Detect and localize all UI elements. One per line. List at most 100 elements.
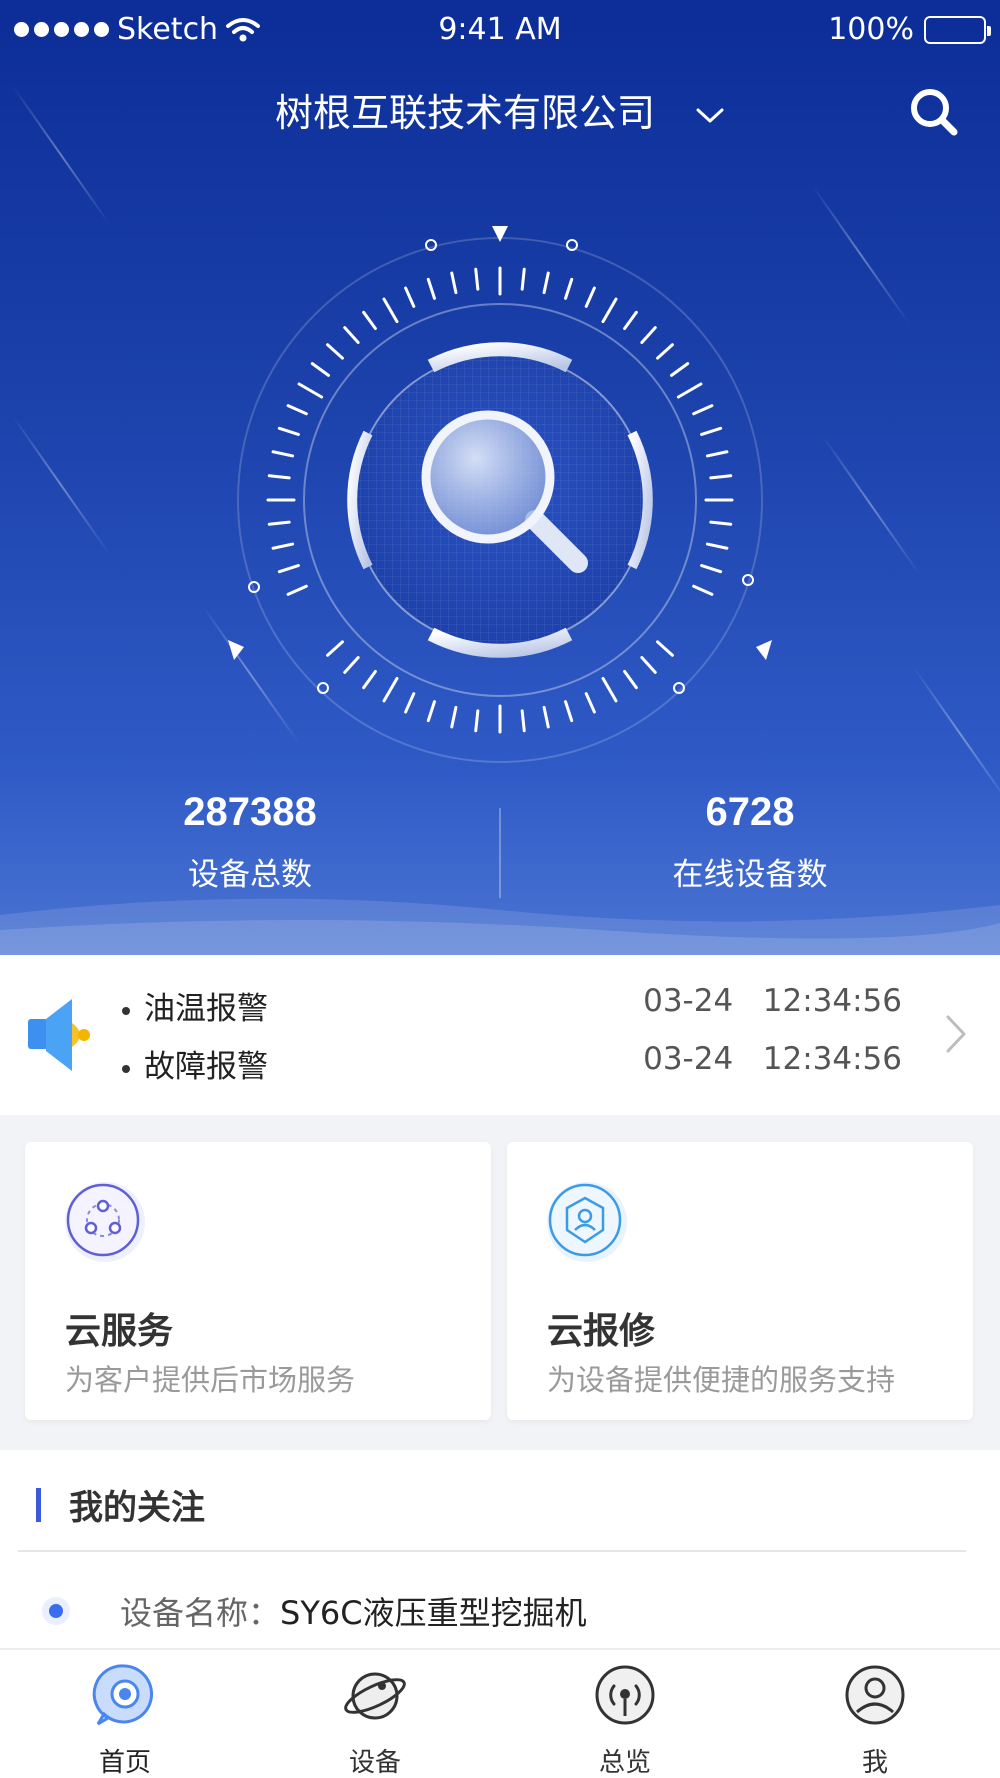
alert-time: 12:34:56 bbox=[762, 983, 902, 1019]
search-icon[interactable] bbox=[906, 84, 962, 140]
gauge-tick bbox=[692, 584, 714, 596]
company-selector[interactable]: 树根互联技术有限公司 bbox=[0, 82, 1000, 137]
gauge-tick bbox=[542, 705, 550, 729]
chevron-right-icon[interactable] bbox=[944, 1013, 968, 1055]
company-name: 树根互联技术有限公司 bbox=[274, 91, 655, 135]
online-devices-value: 6728 bbox=[705, 790, 795, 834]
alert-item[interactable]: 故障报警 03-24 12:34:56 bbox=[122, 1041, 902, 1086]
tab-label: 我 bbox=[861, 1748, 888, 1778]
gauge-tick bbox=[474, 267, 480, 291]
gauge-tick bbox=[640, 326, 657, 344]
gauge-tick bbox=[564, 277, 574, 300]
online-devices-stat[interactable]: 6728 在线设备数 bbox=[500, 790, 1000, 894]
hero-banner: Sketch 9:41 AM 100% 树根互联技术有限公司 287388 设备… bbox=[0, 0, 1000, 955]
gauge-tick bbox=[542, 271, 550, 295]
gauge-tick bbox=[404, 286, 416, 308]
gauge-tick bbox=[286, 584, 308, 596]
gauge-tick bbox=[584, 286, 596, 308]
gauge-tick bbox=[382, 297, 399, 324]
gauge-tick bbox=[692, 404, 714, 416]
gauge-tick bbox=[656, 343, 674, 360]
gauge-tick bbox=[277, 426, 300, 436]
gauge-tick bbox=[382, 676, 399, 703]
gauge-tick bbox=[640, 656, 657, 674]
gauge-tick bbox=[623, 310, 638, 330]
profile-icon bbox=[845, 1665, 905, 1725]
battery-icon bbox=[924, 15, 991, 44]
alert-date: 03-24 bbox=[643, 1041, 734, 1077]
card-subtitle: 为客户提供后市场服务 bbox=[65, 1363, 356, 1397]
gauge-tick bbox=[326, 640, 344, 657]
card-title: 云服务 bbox=[65, 1311, 174, 1352]
gauge-tick bbox=[705, 450, 729, 458]
cloud-service-card[interactable]: 云服务 为客户提供后市场服务 bbox=[25, 1142, 491, 1420]
gauge-tick bbox=[404, 692, 416, 714]
tab-overview[interactable]: 总览 bbox=[500, 1662, 750, 1778]
gauge-tick bbox=[601, 676, 618, 703]
device-planet-icon bbox=[344, 1672, 406, 1720]
cloud-repair-card[interactable]: 云报修 为设备提供便捷的服务支持 bbox=[507, 1142, 973, 1420]
heading-accent-bar bbox=[36, 1487, 41, 1522]
total-devices-stat[interactable]: 287388 设备总数 bbox=[0, 790, 500, 894]
alert-title: 故障报警 bbox=[144, 1049, 268, 1085]
followed-device-item[interactable]: 设备名称： SY6C液压重型挖掘机 bbox=[42, 1588, 587, 1634]
my-follow-section: 我的关注 设备名称： SY6C液压重型挖掘机 bbox=[0, 1450, 1000, 1650]
chevron-down-icon bbox=[696, 108, 724, 122]
cloud-repair-icon bbox=[547, 1182, 627, 1262]
gauge-tick bbox=[426, 277, 436, 300]
gauge-tick bbox=[700, 426, 723, 436]
gauge-tick bbox=[520, 709, 526, 733]
bullet-dot-icon bbox=[42, 1597, 70, 1625]
gauge-tick bbox=[450, 705, 458, 729]
card-subtitle: 为设备提供便捷的服务支持 bbox=[547, 1363, 896, 1397]
alert-date: 03-24 bbox=[643, 983, 734, 1019]
gauge-tick bbox=[670, 362, 690, 377]
tab-me[interactable]: 我 bbox=[750, 1662, 1000, 1778]
gauge-tick bbox=[343, 326, 360, 344]
gauge-tick bbox=[656, 640, 674, 657]
gauge-tick bbox=[267, 520, 291, 526]
gauge-tick bbox=[676, 382, 703, 399]
overview-signal-icon bbox=[595, 1665, 655, 1725]
alert-ticker[interactable]: 油温报警 03-24 12:34:56 故障报警 03-24 12:34:56 bbox=[0, 955, 1000, 1115]
alert-title: 油温报警 bbox=[144, 991, 268, 1027]
bottom-tab-bar: 首页 设备 总览 我 bbox=[0, 1648, 1000, 1778]
service-cards: 云服务 为客户提供后市场服务 云报修 为设备提供便捷的服务支持 bbox=[0, 1115, 1000, 1450]
gauge-tick bbox=[700, 564, 723, 574]
tab-devices[interactable]: 设备 bbox=[250, 1662, 500, 1778]
gauge-tick bbox=[623, 670, 638, 690]
status-bar: Sketch 9:41 AM 100% bbox=[0, 0, 1000, 60]
gauge-tick bbox=[520, 267, 526, 291]
gauge-tick bbox=[286, 404, 308, 416]
gauge-tick bbox=[362, 670, 377, 690]
section-heading: 我的关注 bbox=[36, 1480, 205, 1529]
gauge-tick bbox=[271, 542, 295, 550]
gauge-tick bbox=[705, 542, 729, 550]
device-name-label: 设备名称： bbox=[120, 1594, 281, 1632]
gauge-tick bbox=[267, 474, 291, 480]
speaker-icon bbox=[28, 999, 90, 1071]
gauge-tick bbox=[362, 310, 377, 330]
alert-time: 12:34:56 bbox=[762, 1041, 902, 1077]
gauge-tick bbox=[601, 297, 618, 324]
gauge-tick bbox=[584, 692, 596, 714]
gauge-tick bbox=[709, 520, 733, 526]
gauge-tick bbox=[277, 564, 300, 574]
tab-label: 设备 bbox=[348, 1748, 401, 1778]
divider bbox=[18, 1550, 966, 1552]
gauge-tick bbox=[310, 362, 330, 377]
home-icon bbox=[92, 1664, 154, 1726]
section-title: 我的关注 bbox=[69, 1488, 205, 1528]
device-name-value: SY6C液压重型挖掘机 bbox=[280, 1594, 587, 1632]
gauge-tick bbox=[326, 343, 344, 360]
gauge-tick bbox=[343, 656, 360, 674]
tab-home[interactable]: 首页 bbox=[0, 1662, 250, 1778]
total-devices-value: 287388 bbox=[183, 790, 317, 834]
alert-item[interactable]: 油温报警 03-24 12:34:56 bbox=[122, 983, 902, 1028]
gauge-tick bbox=[297, 382, 324, 399]
gauge-tick bbox=[709, 474, 733, 480]
cloud-service-icon bbox=[65, 1182, 145, 1262]
gauge-tick bbox=[564, 700, 574, 723]
gauge-tick bbox=[474, 709, 480, 733]
gauge-tick bbox=[426, 700, 436, 723]
